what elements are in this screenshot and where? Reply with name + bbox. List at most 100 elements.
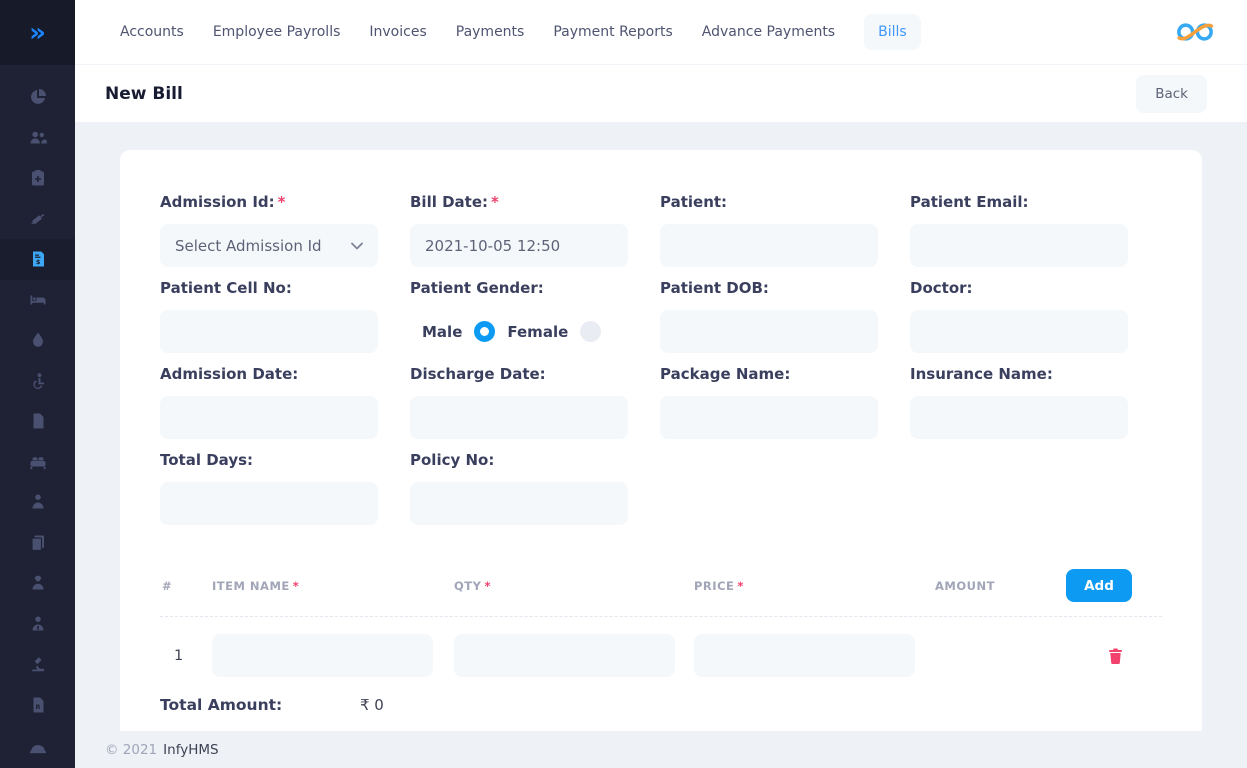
admission-id-selected-value: Select Admission Id	[175, 237, 322, 255]
bill-items-section: # ITEM NAME* QTY* PRICE* AMOUNT Add 1	[160, 569, 1162, 714]
admission-id-label: Admission Id:	[160, 193, 275, 211]
sidebar-item-bed-management[interactable]	[0, 280, 75, 321]
doctor-label: Doctor:	[910, 279, 1128, 297]
bill-date-label: Bill Date:	[410, 193, 488, 211]
double-chevron-right-icon: »	[29, 20, 46, 46]
sidebar-item-prescriptions[interactable]: R	[0, 685, 75, 726]
gender-male-radio[interactable]	[474, 321, 495, 342]
patient-dob-input[interactable]	[660, 310, 878, 353]
gender-female-radio[interactable]	[580, 321, 601, 342]
field-admission-date: Admission Date:	[160, 365, 378, 439]
field-patient-cell: Patient Cell No:	[160, 279, 378, 353]
total-amount-row: Total Amount: ₹ 0	[160, 696, 1162, 714]
total-days-input[interactable]	[160, 482, 378, 525]
discharge-date-input[interactable]	[410, 396, 628, 439]
doctor-input[interactable]	[910, 310, 1128, 353]
insurance-name-input[interactable]	[910, 396, 1128, 439]
policy-no-input[interactable]	[410, 482, 628, 525]
page-content: Admission Id:* Select Admission Id Bill …	[75, 122, 1247, 731]
discharge-date-label: Discharge Date:	[410, 365, 628, 383]
doctor-icon	[29, 615, 47, 633]
file-icon	[29, 412, 47, 430]
pie-chart-icon	[29, 88, 47, 106]
sidebar-item-dashboard[interactable]	[0, 77, 75, 118]
nav-item-payment-reports[interactable]: Payment Reports	[553, 14, 672, 50]
syringe-icon	[29, 210, 47, 228]
patient-email-label: Patient Email:	[910, 193, 1128, 211]
package-name-input[interactable]	[660, 396, 878, 439]
sidebar-item-services[interactable]	[0, 725, 75, 766]
back-button[interactable]: Back	[1136, 75, 1207, 113]
required-asterisk: *	[278, 193, 286, 211]
required-asterisk: *	[737, 579, 744, 593]
required-asterisk: *	[293, 579, 300, 593]
nav-item-advance-payments[interactable]: Advance Payments	[702, 14, 835, 50]
package-name-label: Package Name:	[660, 365, 878, 383]
patient-input[interactable]	[660, 224, 878, 267]
sidebar-item-bills[interactable]: $	[0, 239, 75, 280]
svg-text:R: R	[35, 703, 40, 711]
patient-gender-label: Patient Gender:	[410, 279, 628, 297]
bed-icon	[29, 291, 47, 309]
item-price-input[interactable]	[694, 634, 915, 677]
field-patient-email: Patient Email:	[910, 193, 1128, 267]
total-amount-label: Total Amount:	[160, 696, 360, 714]
field-patient-dob: Patient DOB:	[660, 279, 878, 353]
delete-item-button[interactable]	[1108, 648, 1123, 664]
patient-dob-label: Patient DOB:	[660, 279, 878, 297]
admission-date-input[interactable]	[160, 396, 378, 439]
nav-item-accounts[interactable]: Accounts	[120, 14, 184, 50]
documents-copy-icon	[29, 534, 47, 552]
sidebar-toggle-button[interactable]: »	[0, 0, 75, 65]
bill-date-input[interactable]	[410, 224, 628, 267]
sidebar-item-operations[interactable]	[0, 199, 75, 240]
sidebar-item-blood-bank[interactable]	[0, 320, 75, 361]
column-header-index: #	[160, 579, 212, 593]
infinity-logo-icon	[1175, 20, 1215, 44]
admission-id-select[interactable]: Select Admission Id	[160, 224, 378, 267]
patient-label: Patient:	[660, 193, 878, 211]
nav-item-bills[interactable]: Bills	[864, 14, 921, 50]
sidebar-item-patients[interactable]	[0, 118, 75, 159]
nav-item-invoices[interactable]: Invoices	[369, 14, 426, 50]
sidebar-item-documents[interactable]	[0, 401, 75, 442]
gender-radio-group: Male Female	[410, 310, 628, 353]
item-name-input[interactable]	[212, 634, 433, 677]
infyhms-logo[interactable]	[1175, 20, 1215, 44]
blood-drop-icon	[29, 331, 47, 349]
top-navigation: Accounts Employee Payrolls Invoices Paym…	[75, 0, 1247, 65]
patient-cell-input[interactable]	[160, 310, 378, 353]
gender-female-label[interactable]: Female	[507, 323, 568, 341]
sidebar-item-doctors[interactable]	[0, 604, 75, 645]
gender-male-label[interactable]: Male	[422, 323, 462, 341]
item-qty-input[interactable]	[454, 634, 675, 677]
sidebar-item-nurses[interactable]	[0, 482, 75, 523]
field-bill-date: Bill Date:*	[410, 193, 628, 267]
sidebar-item-patient-cases[interactable]	[0, 361, 75, 402]
sidebar-item-receptionists[interactable]	[0, 563, 75, 604]
patient-email-input[interactable]	[910, 224, 1128, 267]
patient-cell-label: Patient Cell No:	[160, 279, 378, 297]
nav-item-payments[interactable]: Payments	[456, 14, 525, 50]
main-area: Accounts Employee Payrolls Invoices Paym…	[75, 0, 1247, 768]
sidebar: » $	[0, 0, 75, 768]
svg-text:$: $	[35, 258, 40, 266]
sidebar-item-hospital-beds[interactable]	[0, 442, 75, 483]
field-total-days: Total Days:	[160, 451, 378, 525]
field-doctor: Doctor:	[910, 279, 1128, 353]
field-patient: Patient:	[660, 193, 878, 267]
sidebar-item-laboratory[interactable]	[0, 644, 75, 685]
item-row-number: 1	[160, 648, 212, 664]
sidebar-item-medical-kit[interactable]	[0, 158, 75, 199]
field-admission-id: Admission Id:* Select Admission Id	[160, 193, 378, 267]
add-item-button[interactable]: Add	[1066, 569, 1132, 602]
bill-invoice-icon: $	[29, 250, 47, 268]
footer-brand: InfyHMS	[163, 742, 218, 758]
item-row: 1	[160, 617, 1162, 677]
field-policy-no: Policy No:	[410, 451, 628, 525]
sidebar-item-records[interactable]	[0, 523, 75, 564]
insurance-name-label: Insurance Name:	[910, 365, 1128, 383]
total-days-label: Total Days:	[160, 451, 378, 469]
nav-item-employee-payrolls[interactable]: Employee Payrolls	[213, 14, 341, 50]
page-header: New Bill Back	[75, 65, 1247, 122]
